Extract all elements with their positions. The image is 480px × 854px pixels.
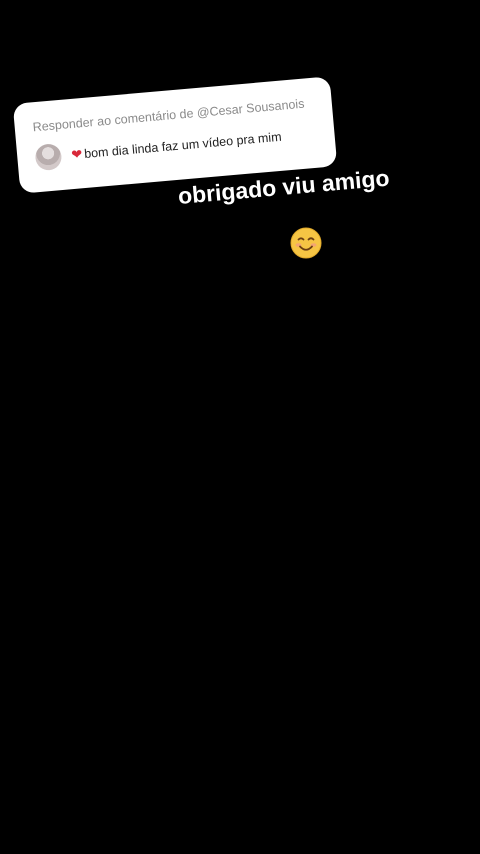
comment-text: bom dia linda faz um vídeo pra mim: [83, 129, 283, 161]
comment-row: ❤ bom dia linda faz um vídeo pra mim: [71, 130, 282, 162]
smiling-face-icon: [290, 227, 322, 259]
red-heart-icon: ❤: [70, 146, 83, 163]
video-stage: Responder ao comentário de @Cesar Sousan…: [0, 0, 480, 854]
avatar: [34, 143, 63, 172]
